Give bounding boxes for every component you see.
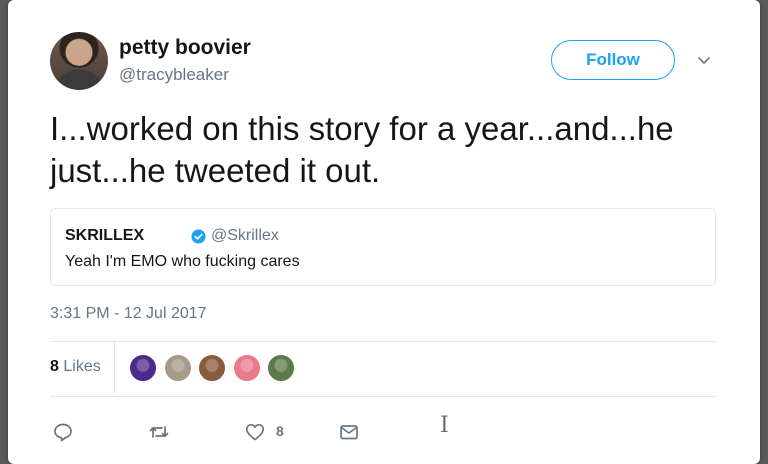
- quoted-author-handle: @Skrillex: [211, 227, 279, 244]
- tweet-card: petty boovier @tracybleaker Follow I...w…: [8, 0, 760, 464]
- verified-badge-icon: [191, 229, 206, 244]
- text-cursor-icon: I: [440, 413, 449, 438]
- tweet-timestamp[interactable]: 3:31 PM - 12 Jul 2017: [50, 305, 207, 323]
- liker-avatar-2[interactable]: [163, 354, 192, 382]
- liker-avatar-5[interactable]: [267, 354, 295, 382]
- envelope-icon[interactable]: [338, 421, 360, 443]
- chevron-down-icon[interactable]: [696, 52, 712, 68]
- liker-avatar-1[interactable]: [129, 354, 157, 382]
- follow-button[interactable]: Follow: [551, 40, 675, 80]
- likes-label: Likes: [63, 358, 101, 375]
- retweet-icon[interactable]: [148, 421, 170, 443]
- author-name[interactable]: petty boovier: [119, 36, 251, 60]
- author-handle[interactable]: @tracybleaker: [119, 65, 229, 85]
- quoted-tweet[interactable]: SKRILLEX @Skrillex Yeah I'm EMO who fuck…: [50, 208, 716, 286]
- liker-avatar-4[interactable]: [232, 354, 261, 382]
- divider: [114, 342, 115, 394]
- author-avatar[interactable]: [50, 32, 108, 90]
- heart-icon[interactable]: [244, 421, 266, 443]
- tweet-text: I...worked on this story for a year...an…: [50, 110, 674, 189]
- quoted-tweet-text: Yeah I'm EMO who fucking cares: [65, 253, 300, 270]
- divider: [50, 341, 716, 342]
- like-action-count: 8: [276, 423, 284, 439]
- reply-icon[interactable]: [52, 421, 74, 443]
- likes-count: 8: [50, 358, 59, 375]
- liker-avatar-3[interactable]: [198, 354, 226, 382]
- divider: [50, 396, 716, 397]
- likes-summary[interactable]: 8 Likes: [50, 358, 101, 376]
- quoted-author-name: SKRILLEX: [65, 227, 145, 244]
